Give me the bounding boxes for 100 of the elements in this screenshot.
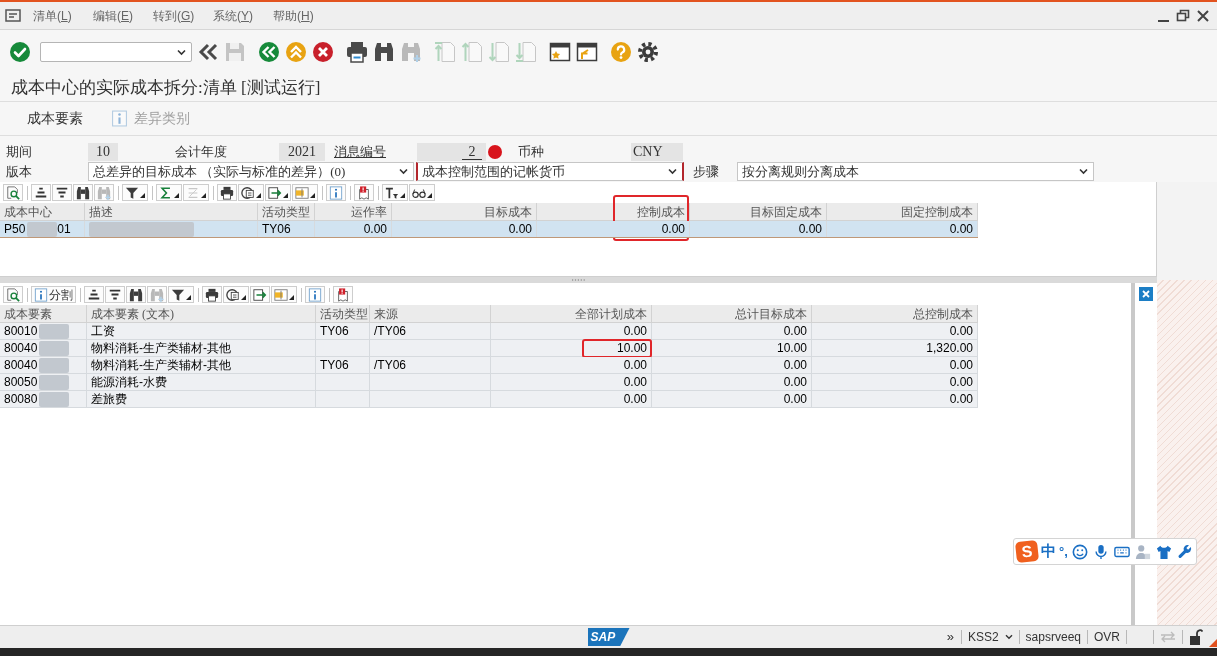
link[interactable]: 消息编号 <box>334 141 417 162</box>
logo: SAP <box>587 628 630 646</box>
column-header[interactable]: 成本要素 (文本) <box>87 305 316 322</box>
table-cell: 0.00 <box>392 221 537 237</box>
close-button[interactable] <box>1139 287 1153 301</box>
field-label: 步骤 <box>693 162 720 181</box>
input-field[interactable]: 10 <box>88 142 118 161</box>
column-header[interactable]: 全部计划成本 <box>491 305 652 322</box>
toolbar-button[interactable] <box>156 184 182 201</box>
overflow-button[interactable]: » <box>945 627 955 647</box>
dropdown[interactable]: 成本控制范围的记帐货币 <box>416 162 684 181</box>
table-cell: 0.00 <box>652 357 812 373</box>
toolbar-button[interactable]: 分割 <box>31 286 76 303</box>
menu-item[interactable]: 帮助(H) <box>273 6 333 25</box>
table-row[interactable]: 80040 物料消耗-生产类辅材-其他 TY06 /TY06 0.00 0.00 0.00 <box>0 357 978 374</box>
menu-button[interactable] <box>5 8 21 23</box>
field-label: 版本 <box>6 162 33 181</box>
close-icon <box>1142 290 1150 298</box>
table-cell: 0.00 <box>537 221 690 237</box>
input-field[interactable]: 2021 <box>279 142 325 161</box>
system-dropdown[interactable]: KSS2 <box>967 628 1013 646</box>
command-field[interactable] <box>40 42 192 62</box>
minimize-icon <box>1157 19 1169 22</box>
restore-button[interactable] <box>1175 7 1191 24</box>
table-row[interactable]: 80040 物料消耗-生产类辅材-其他 10.00 10.00 1,320.00 <box>0 340 978 357</box>
column-header[interactable]: 目标固定成本 <box>690 203 827 220</box>
column-header[interactable]: 控制成本 <box>537 203 690 220</box>
column-header[interactable]: 成本要素 <box>0 305 87 322</box>
chevron-down-icon <box>668 168 677 175</box>
cell-text: P50 <box>4 221 26 237</box>
table-cell: /TY06 <box>370 357 491 373</box>
column-header[interactable]: 运作率 <box>315 203 392 220</box>
field-label: 会计年度 <box>175 142 228 161</box>
corner-triangle-icon <box>1209 639 1217 647</box>
table-cell: 0.00 <box>690 221 827 237</box>
toolbar-button[interactable]: 成本要素 <box>19 106 91 131</box>
table-cell: 0.00 <box>827 221 978 237</box>
wrench-icon <box>1176 543 1193 560</box>
column-header[interactable]: 总计目标成本 <box>652 305 812 322</box>
menu-icon <box>5 8 21 23</box>
table-cell: 0.00 <box>812 323 978 339</box>
table-cell: 能源消耗-水费 <box>87 374 316 390</box>
ime-button[interactable] <box>1070 542 1089 561</box>
table-row[interactable]: 80080 差旅费 0.00 0.00 0.00 <box>0 391 978 408</box>
person-icon <box>1134 543 1151 560</box>
dropdown[interactable]: 总差异的目标成本 （实际与标准的差异）(0) <box>88 162 414 181</box>
table-row[interactable]: P50 01 TY06 0.00 0.00 0.00 0.00 0.00 <box>0 221 978 238</box>
close-button[interactable] <box>1195 7 1211 24</box>
input-field[interactable]: 2 <box>417 142 486 161</box>
column-header[interactable]: 总控制成本 <box>812 305 978 322</box>
menu-item[interactable]: 转到(G) <box>153 6 213 25</box>
column-header[interactable]: 来源 <box>370 305 491 322</box>
menu-item[interactable]: 编辑(E) <box>93 6 153 25</box>
ime-mode-button[interactable]: 中 <box>1041 540 1056 563</box>
ime-logo: S <box>1014 539 1040 564</box>
column-header[interactable]: 目标成本 <box>392 203 537 220</box>
table-cell: 0.00 <box>812 391 978 407</box>
cell-text: 01 <box>57 221 71 237</box>
chevron-down-icon <box>177 48 186 56</box>
toolbar-button[interactable] <box>382 184 408 201</box>
table-row[interactable]: 80010 工资 TY06 /TY06 0.00 0.00 0.00 <box>0 323 978 340</box>
toolbar-button[interactable] <box>265 184 291 201</box>
window-title: 成本中心的实际成本拆分:清单 [测试运行] <box>11 76 321 99</box>
toolbar-button[interactable] <box>271 286 297 303</box>
toolbar-button[interactable] <box>409 184 435 201</box>
table-row[interactable]: 80050 能源消耗-水费 0.00 0.00 0.00 <box>0 374 978 391</box>
table-cell: TY06 <box>316 323 370 339</box>
cell-text: 80040 <box>4 357 38 373</box>
toolbar-button[interactable] <box>223 286 249 303</box>
info-icon <box>111 109 128 128</box>
dropdown[interactable]: 按分离规则分离成本 <box>737 162 1094 181</box>
table-cell: 0.00 <box>491 323 652 339</box>
chevron-down-icon <box>1079 168 1088 175</box>
toolbar-button[interactable] <box>168 286 194 303</box>
column-header[interactable]: 活动类型 <box>316 305 370 322</box>
table-cell: 10.00 <box>491 340 652 356</box>
column-header[interactable]: 活动类型 <box>258 203 315 220</box>
server-name: sapsrveeq <box>1025 629 1081 646</box>
column-header[interactable]: 固定控制成本 <box>827 203 978 220</box>
menu-item[interactable]: 清单(L) <box>33 6 93 25</box>
lock-icon <box>1189 629 1203 645</box>
table-cell: 0.00 <box>652 374 812 390</box>
toolbar-button[interactable] <box>122 184 148 201</box>
toolbar-button[interactable] <box>238 184 264 201</box>
column-header[interactable]: 成本中心 <box>0 203 85 220</box>
column-header[interactable]: 描述 <box>85 203 258 220</box>
input-field[interactable]: CNY <box>631 142 683 161</box>
table-cell: 0.00 <box>812 357 978 373</box>
ime-button[interactable] <box>1175 542 1194 561</box>
toolbar-button[interactable] <box>183 184 209 201</box>
table-cell: 0.00 <box>491 357 652 373</box>
table-cell: 0.00 <box>652 323 812 339</box>
cell-text: 80040 <box>4 340 38 356</box>
menu-item[interactable]: 系统(Y) <box>213 6 273 25</box>
toolbar-button[interactable] <box>292 184 318 201</box>
field-label: 币种 <box>518 142 545 161</box>
table-cell: 差旅费 <box>87 391 316 407</box>
cell-text: 80010 <box>4 323 38 339</box>
ime-punctuation-button[interactable]: °, <box>1059 541 1068 562</box>
close-icon <box>1196 8 1210 23</box>
